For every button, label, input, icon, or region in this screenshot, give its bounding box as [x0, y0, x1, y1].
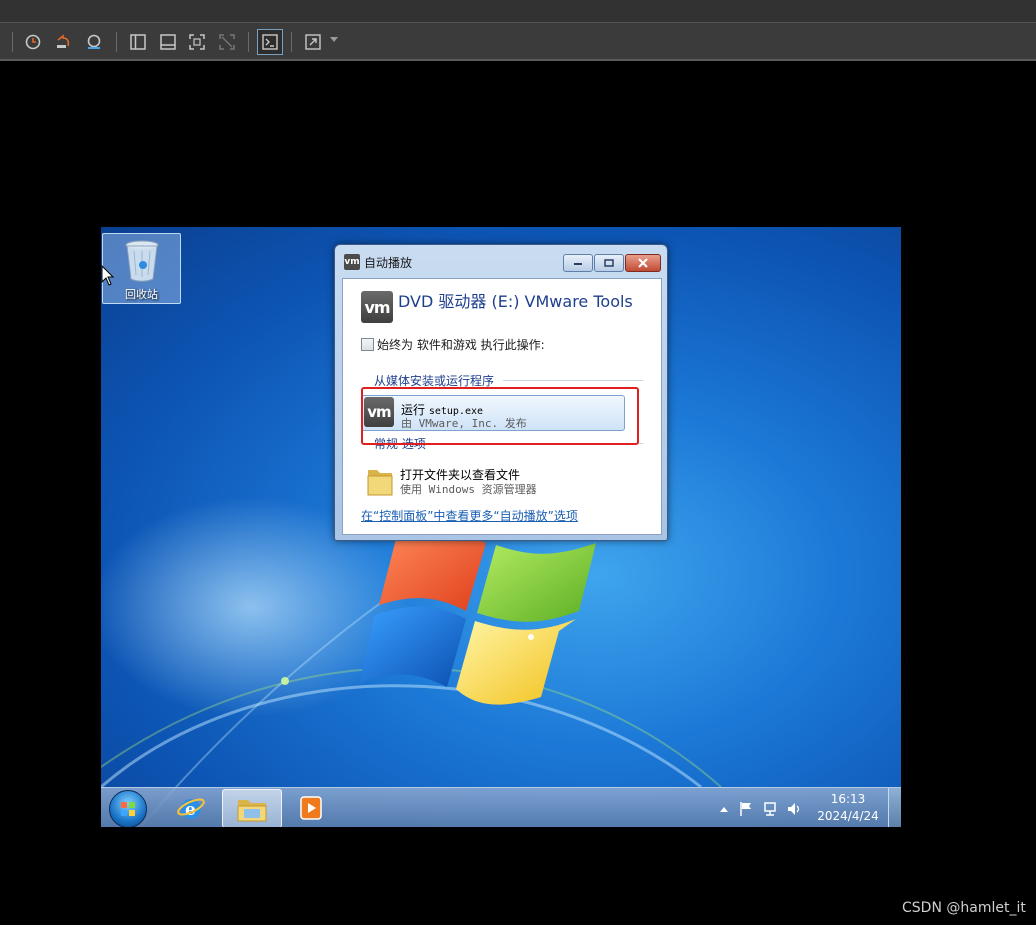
clock-date: 2024/4/24: [817, 809, 879, 823]
open-folder-subtitle: 使用 Windows 资源管理器: [400, 483, 537, 496]
fullscreen-icon: [189, 34, 205, 50]
network-button[interactable]: [762, 801, 778, 817]
host-title-bar: [0, 0, 1036, 22]
maximize-icon: [604, 259, 614, 267]
stretch-icon: [305, 34, 321, 50]
mouse-cursor-icon: [101, 265, 115, 286]
console-view-button[interactable]: [156, 30, 180, 54]
recycle-bin-icon: [125, 240, 159, 282]
network-icon: [764, 802, 776, 816]
show-hidden-icons-button[interactable]: [716, 801, 732, 817]
clock-time: 16:13: [830, 792, 866, 806]
csdn-watermark: CSDN @hamlet_it: [902, 900, 1026, 916]
media-player-taskbar-button[interactable]: [282, 789, 340, 826]
media-player-icon: [300, 795, 322, 820]
vmware-logo-icon: vm: [361, 291, 393, 323]
sidebar-toggle-button[interactable]: [126, 30, 150, 54]
taskbar-clock[interactable]: 16:13 2024/4/24: [807, 791, 889, 825]
dialog-heading: DVD 驱动器 (E:) VMware Tools: [398, 292, 633, 311]
start-button[interactable]: [109, 790, 147, 827]
snapshot-manager-button[interactable]: [82, 30, 106, 54]
snapshot-manager-icon: [87, 34, 101, 49]
internet-explorer-taskbar-button[interactable]: e: [162, 789, 220, 826]
explorer-folder-icon: [237, 799, 267, 821]
toolbar-separator: [248, 32, 249, 52]
revert-snapshot-icon: [57, 34, 70, 48]
snapshot-button[interactable]: [21, 30, 45, 54]
revert-snapshot-button[interactable]: [51, 30, 75, 54]
stretch-dropdown-caret-icon[interactable]: [330, 37, 338, 42]
explorer-taskbar-button[interactable]: [222, 789, 282, 827]
toolbar-separator: [291, 32, 292, 52]
taskbar: e 16:13 2024/4/24: [101, 787, 901, 827]
close-button[interactable]: [625, 254, 661, 272]
folder-icon: [367, 470, 393, 496]
control-panel-autoplay-link[interactable]: 在“控制面板”中查看更多“自动播放”选项: [361, 507, 578, 524]
action-center-button[interactable]: [738, 801, 754, 817]
open-folder-option[interactable]: 打开文件夹以查看文件 使用 Windows 资源管理器: [361, 463, 623, 499]
toolbar-separator: [12, 32, 13, 52]
terminal-icon: [262, 34, 278, 50]
guest-desktop: 回收站 vm 自动播放 vm DVD 驱动器 (E:) VMware Tools…: [101, 227, 901, 827]
highlight-annotation: [361, 387, 639, 445]
action-center-flag-icon: [740, 802, 751, 816]
show-desktop-button[interactable]: [888, 788, 901, 827]
volume-icon: [788, 803, 800, 815]
host-toolbar: [0, 22, 1036, 61]
recycle-bin-label: 回收站: [125, 288, 158, 301]
always-do-label: 始终为 软件和游戏 执行此操作:: [377, 338, 545, 352]
sidebar-toggle-icon: [130, 34, 146, 50]
terminal-button[interactable]: [257, 29, 283, 55]
minimize-button[interactable]: [563, 254, 593, 272]
section-divider: [503, 380, 643, 381]
internet-explorer-icon: e: [177, 798, 205, 820]
minimize-icon: [574, 263, 582, 265]
volume-button[interactable]: [786, 801, 802, 817]
snapshot-icon: [25, 34, 41, 50]
dialog-title: 自动播放: [364, 256, 413, 270]
close-icon: [638, 258, 648, 268]
stretch-button[interactable]: [301, 30, 325, 54]
unity-button[interactable]: [215, 30, 239, 54]
always-do-checkbox[interactable]: [361, 338, 374, 351]
windows-logo-icon: [121, 802, 135, 816]
console-view-icon: [160, 34, 176, 50]
vmware-title-icon: vm: [344, 254, 360, 270]
show-hidden-icons-arrow: [720, 807, 728, 812]
fullscreen-button[interactable]: [185, 30, 209, 54]
toolbar-separator: [116, 32, 117, 52]
maximize-button[interactable]: [594, 254, 624, 272]
unity-icon: [219, 34, 235, 50]
